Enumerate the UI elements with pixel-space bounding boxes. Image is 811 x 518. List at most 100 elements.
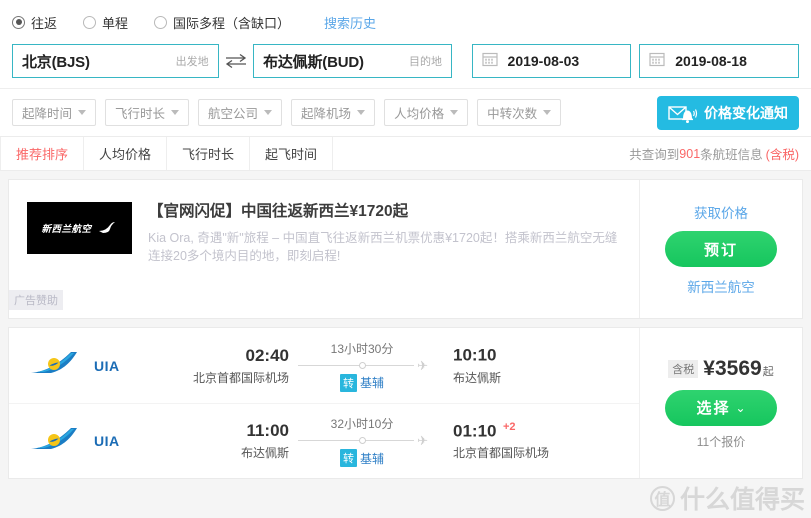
arrival-cell: 10:10 布达佩斯	[435, 345, 547, 385]
destination-input[interactable]: 布达佩斯(BUD) 目的地	[253, 44, 453, 78]
departure-airport: 北京首都国际机场	[192, 370, 289, 385]
trip-type-multicity[interactable]: 国际多程（含缺口）	[154, 13, 290, 32]
ad-book-button[interactable]: 预订	[665, 231, 777, 267]
filter-label: 起降机场	[301, 107, 352, 121]
sort-tab-label: 人均价格	[99, 147, 152, 162]
price-alert-button[interactable]: 价格变化通知	[657, 95, 799, 130]
ad-description: Kia Ora, 奇遇"新"旅程 – 中国直飞往返新西兰机票优惠¥1720起！搭…	[148, 231, 618, 263]
origin-value: 北京(BJS)	[22, 53, 90, 71]
filter-label: 中转次数	[487, 107, 538, 121]
flight-list: 新西兰航空 【官网闪促】中国往返新西兰¥1720起 Kia Ora, 奇遇"新"…	[0, 171, 811, 479]
search-history-link[interactable]: 搜索历史	[324, 13, 376, 32]
sort-tab-price[interactable]: 人均价格	[84, 137, 168, 170]
chevron-down-icon: ⌄	[735, 400, 746, 415]
ad-left-section: 新西兰航空 【官网闪促】中国往返新西兰¥1720起 Kia Ora, 奇遇"新"…	[9, 180, 639, 318]
filter-label: 飞行时长	[115, 107, 166, 121]
filter-airport[interactable]: 起降机场	[291, 99, 376, 126]
sort-tab-duration[interactable]: 飞行时长	[167, 137, 251, 170]
price-alert-label: 价格变化通知	[704, 104, 788, 121]
trip-type-roundtrip[interactable]: 往返	[12, 13, 57, 32]
route-line-icon: ✈	[298, 359, 428, 372]
arrival-time: 10:10	[453, 345, 497, 365]
radio-dot-icon	[83, 15, 97, 29]
depart-date-input[interactable]: 2019-08-03	[471, 44, 632, 78]
radio-dot-icon	[154, 15, 168, 29]
return-date-value: 2019-08-18	[675, 53, 747, 69]
destination-hint-label: 目的地	[409, 56, 443, 68]
arrival-airport: 布达佩斯	[453, 370, 502, 385]
result-count-tax-note: (含税)	[765, 148, 799, 162]
transfer-badge: 转	[339, 449, 357, 467]
uia-logo-icon	[27, 348, 85, 383]
ad-card[interactable]: 新西兰航空 【官网闪促】中国往返新西兰¥1720起 Kia Ora, 奇遇"新"…	[8, 179, 803, 319]
ad-logo-label: 新西兰航空	[41, 224, 92, 235]
trip-type-group: 往返 单程 国际多程（含缺口） 搜索历史	[12, 8, 799, 36]
ad-airline-logo: 新西兰航空	[27, 202, 132, 254]
sort-tab-label: 起飞时间	[265, 147, 318, 162]
arrival-airport: 北京首都国际机场	[453, 446, 550, 461]
arrival-cell: 01:10 +2 北京首都国际机场	[435, 420, 550, 461]
ad-get-price-link[interactable]: 获取价格	[694, 202, 748, 222]
sort-tab-group: 推荐排序 人均价格 飞行时长 起飞时间	[0, 137, 334, 170]
tax-included-badge: 含税	[668, 359, 699, 378]
flight-segment-outbound: UIA 02:40 北京首都国际机场 13小时30分 ✈ 转 基辅 10:10 …	[9, 328, 639, 403]
sort-bar: 推荐排序 人均价格 飞行时长 起飞时间 共查询到 901 条航班信息 (含税)	[0, 137, 811, 171]
filter-label: 人均价格	[394, 107, 445, 121]
filter-airline[interactable]: 航空公司	[198, 99, 283, 126]
sort-tab-label: 推荐排序	[16, 147, 69, 162]
chevron-down-icon	[171, 110, 180, 115]
sort-tab-label: 飞行时长	[182, 147, 235, 162]
route-cell: 32小时10分 ✈ 转 基辅	[289, 415, 435, 467]
filter-departure-arrival-time[interactable]: 起降时间	[12, 99, 97, 126]
ad-title[interactable]: 【官网闪促】中国往返新西兰¥1720起	[148, 202, 623, 222]
departure-airport: 布达佩斯	[240, 446, 289, 460]
select-flight-button[interactable]: 选择 ⌄	[665, 389, 777, 426]
flight-card[interactable]: UIA 02:40 北京首都国际机场 13小时30分 ✈ 转 基辅 10:10 …	[8, 327, 803, 479]
departure-cell: 02:40 北京首都国际机场	[177, 346, 289, 386]
trip-type-oneway[interactable]: 单程	[83, 13, 128, 32]
origin-hint-label: 出发地	[175, 56, 209, 68]
flight-segment-return: UIA 11:00 布达佩斯 32小时10分 ✈ 转 基辅 01:10 +2 北…	[9, 403, 639, 478]
result-count-number: 901	[679, 146, 701, 161]
filter-average-price[interactable]: 人均价格	[384, 99, 469, 126]
price-amount: ¥3569	[703, 356, 762, 380]
price-line: 含税 ¥3569 起	[668, 356, 774, 381]
trip-type-roundtrip-label: 往返	[31, 15, 58, 31]
radio-dot-icon	[12, 15, 25, 29]
mail-bell-icon	[668, 103, 698, 123]
watermark: 值 什么值得买	[649, 480, 805, 516]
transfer-badge: 转	[339, 373, 357, 392]
watermark-text: 什么值得买	[679, 486, 805, 514]
chevron-down-icon	[543, 110, 552, 115]
uia-logo-icon	[27, 424, 85, 459]
ad-airline-name[interactable]: 新西兰航空	[687, 276, 755, 296]
arrival-time: 01:10	[453, 421, 497, 441]
departure-time: 11:00	[246, 421, 289, 440]
chevron-down-icon	[264, 110, 273, 115]
return-date-input[interactable]: 2019-08-18	[639, 44, 799, 78]
route-line-icon: ✈	[298, 434, 428, 447]
filter-flight-duration[interactable]: 飞行时长	[105, 99, 190, 126]
chevron-down-icon	[78, 110, 87, 115]
airline-cell: UIA	[27, 424, 177, 459]
origin-input[interactable]: 北京(BJS) 出发地	[12, 44, 219, 78]
chevron-down-icon	[357, 110, 366, 115]
departure-time: 02:40	[245, 345, 289, 365]
flight-duration: 32小时10分	[330, 417, 394, 431]
swap-icon[interactable]	[219, 53, 253, 69]
depart-date-value: 2019-08-03	[507, 53, 580, 69]
trip-type-multicity-label: 国际多程（含缺口）	[173, 15, 291, 31]
watermark-mark: 值	[649, 485, 675, 511]
filter-bar: 起降时间 飞行时长 航空公司 起降机场 人均价格 中转次数 价格变化通知	[0, 89, 811, 137]
arrival-day-offset: +2	[502, 420, 516, 433]
sort-tab-recommended[interactable]: 推荐排序	[0, 137, 85, 170]
transfer-info: 转 基辅	[339, 373, 384, 392]
filter-label: 航空公司	[208, 107, 259, 121]
result-count-prefix: 共查询到	[629, 148, 680, 162]
airline-cell: UIA	[27, 348, 177, 383]
sort-tab-departure[interactable]: 起飞时间	[250, 137, 334, 170]
airline-name: UIA	[94, 357, 120, 374]
search-fields-row: 北京(BJS) 出发地 布达佩斯(BUD) 目的地 2019-08-03 201…	[12, 44, 799, 88]
route-cell: 13小时30分 ✈ 转 基辅	[289, 340, 435, 392]
filter-stops[interactable]: 中转次数	[477, 99, 562, 126]
